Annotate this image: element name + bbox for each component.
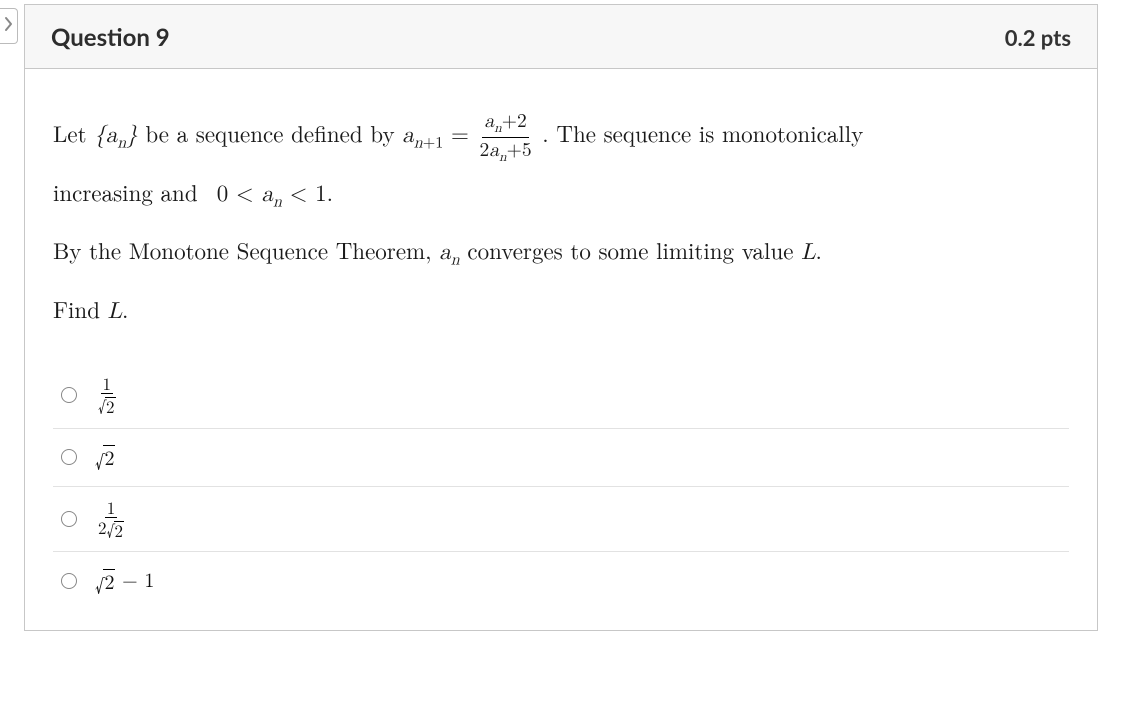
radio-icon: [61, 573, 77, 589]
answer-option[interactable]: 1 √2: [53, 363, 1069, 429]
answer-option[interactable]: √2 − 1: [53, 552, 1069, 609]
radio-icon: [61, 387, 77, 403]
question-card: Question 9 0.2 pts Let {an} be a sequenc…: [24, 4, 1098, 631]
answer-list: 1 √2 √2 1 2√2: [53, 363, 1069, 610]
answer-label: √2: [95, 441, 115, 474]
question-header: Question 9 0.2 pts: [25, 5, 1097, 69]
question-body: Let {an} be a sequence defined by an+1 =…: [25, 69, 1097, 630]
radio-icon: [61, 449, 77, 465]
answer-option[interactable]: 1 2√2: [53, 487, 1069, 553]
question-points: 0.2 pts: [1005, 24, 1071, 51]
answer-option[interactable]: √2: [53, 429, 1069, 487]
problem-text: Let {an} be a sequence defined by an+1 =…: [53, 105, 1069, 339]
answer-label: 1 √2: [95, 375, 119, 416]
question-title: Question 9: [51, 23, 170, 52]
radio-icon: [61, 511, 77, 527]
chevron-right-icon: [3, 16, 15, 36]
answer-label: √2 − 1: [95, 564, 154, 597]
answer-label: 1 2√2: [95, 499, 127, 540]
sidebar-toggle[interactable]: [0, 8, 18, 44]
